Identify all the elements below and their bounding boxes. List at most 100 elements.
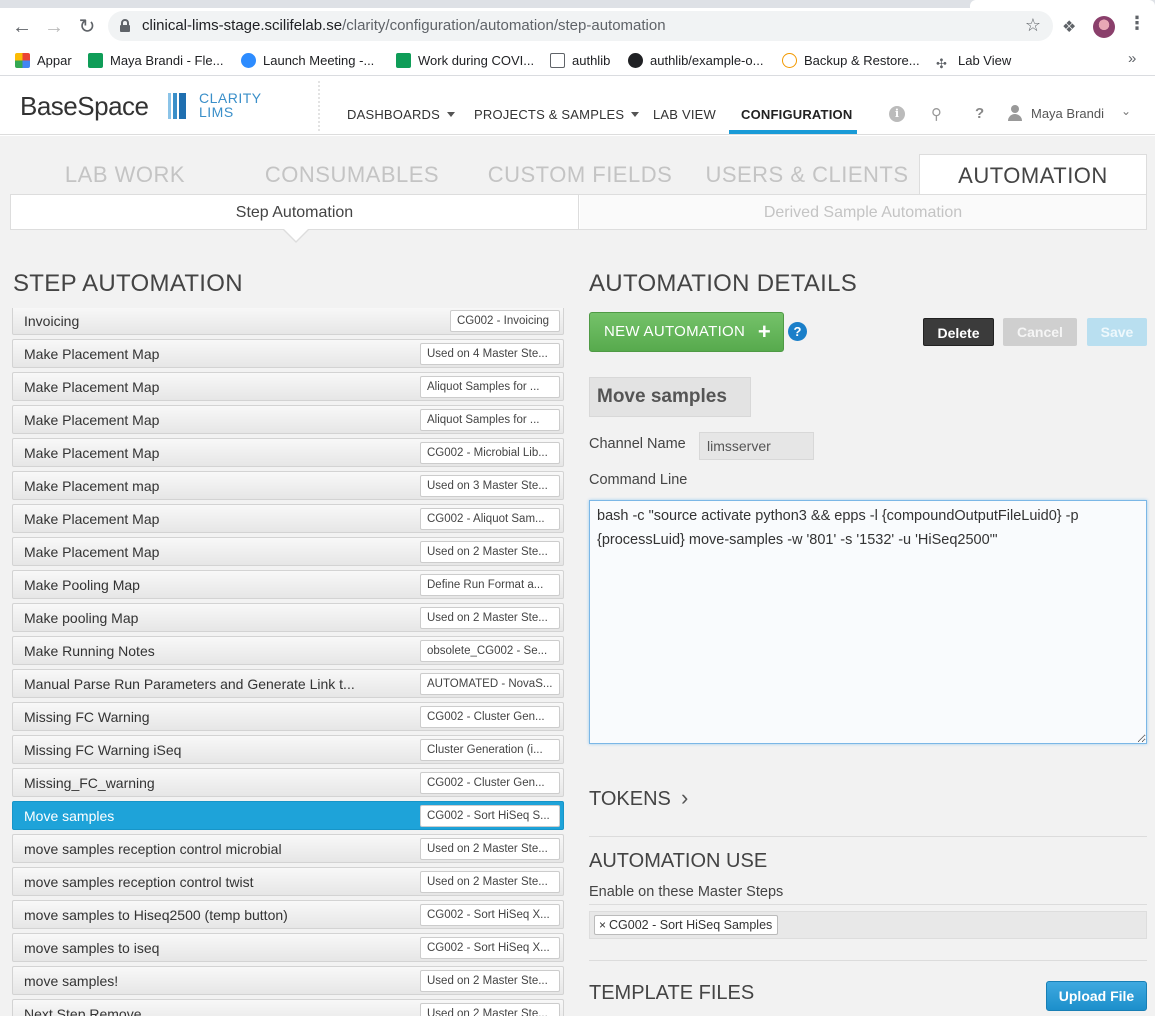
bookmarks-overflow-icon[interactable]: » [1128,50,1136,67]
nav-dashboards[interactable]: DASHBOARDS [347,107,456,122]
nav-projects-samples[interactable]: PROJECTS & SAMPLES [474,107,640,122]
tab-automation[interactable]: AUTOMATION [919,154,1147,194]
bookmark-item[interactable]: Maya Brandi - Fle... [88,50,223,72]
bookmark-item[interactable]: Work during COVI... [396,50,534,72]
master-step-tag: Used on 2 Master Ste... [420,607,560,629]
step-automation-row[interactable]: Make Pooling Map Define Run Format a... [12,570,564,599]
tab-custom-fields[interactable]: CUSTOM FIELDS [464,154,696,194]
basespace-logo: BaseSpace [20,91,149,121]
bookmark-item[interactable]: Launch Meeting -... [241,50,374,72]
chevron-down-icon[interactable]: ⌄ [1121,104,1131,118]
step-automation-row[interactable]: move samples to iseq CG002 - Sort HiSeq X… [12,933,564,962]
extensions-icon[interactable]: ❖ [1062,17,1076,37]
profile-avatar[interactable] [1093,16,1115,38]
step-automation-title: STEP AUTOMATION [13,270,243,297]
step-automation-row[interactable]: Next Step Remove Used on 2 Master Ste... [12,999,564,1016]
step-automation-row[interactable]: Make Running Notes obsolete_CG002 - Se... [12,636,564,665]
info-icon [782,53,797,68]
step-automation-row[interactable]: Missing FC Warning iSeq Cluster Generatio… [12,735,564,764]
step-automation-row[interactable]: Move samples CG002 - Sort HiSeq S... [12,801,564,830]
step-automation-name: Make Placement Map [24,511,160,527]
upload-file-button[interactable]: Upload File [1046,981,1147,1011]
master-step-tag: CG002 - Microbial Lib... [420,442,560,464]
step-automation-row[interactable]: Invoicing CG002 - Invoicing [12,308,564,335]
step-automation-row[interactable]: Missing FC Warning CG002 - Cluster Gen... [12,702,564,731]
command-line-input[interactable] [589,500,1147,744]
tokens-title[interactable]: TOKENS [589,788,671,811]
delete-button[interactable]: Delete [923,318,994,346]
nav-lab-view[interactable]: LAB VIEW [653,107,716,122]
step-automation-row[interactable]: move samples reception control microbial… [12,834,564,863]
step-automation-row[interactable]: Make Placement map Used on 3 Master Ste..… [12,471,564,500]
info-icon[interactable]: i [889,106,905,122]
bookmark-star-icon[interactable]: ☆ [1025,15,1041,36]
channel-name-field[interactable]: limsserver [699,432,814,460]
step-automation-row[interactable]: Make Placement Map CG002 - Microbial Lib.… [12,438,564,467]
divider [589,960,1147,961]
automation-subtabs: Step Automation Derived Sample Automatio… [10,194,1147,230]
search-icon[interactable]: ⚲ [931,105,942,123]
step-automation-row[interactable]: Make Placement Map CG002 - Aliquot Sam... [12,504,564,533]
url-path: /clarity/configuration/automation/step-a… [342,17,666,34]
chevron-right-icon[interactable]: › [681,785,688,811]
master-step-tag: CG002 - Cluster Gen... [420,706,560,728]
template-files-title: TEMPLATE FILES [589,982,755,1004]
automation-name-field[interactable]: Move samples [589,377,751,417]
bookmark-item[interactable]: authlib/example-o... [628,50,763,72]
bookmark-item[interactable]: ✣ Lab View [936,50,1011,72]
cancel-button[interactable]: Cancel [1003,318,1077,346]
step-automation-row[interactable]: move samples to Hiseq2500 (temp button) C… [12,900,564,929]
step-automation-name: Next Step Remove [24,1006,142,1016]
zoom-icon [241,53,256,68]
step-automation-name: Make Pooling Map [24,577,140,593]
subtab-step-automation[interactable]: Step Automation [11,195,579,229]
tab-lab-work[interactable]: LAB WORK [10,154,240,194]
step-automation-row[interactable]: move samples reception control twist Used… [12,867,564,896]
config-tabs: LAB WORK CONSUMABLES CUSTOM FIELDS USERS… [10,154,1147,194]
active-browser-tab[interactable] [970,0,1155,8]
step-automation-name: move samples! [24,973,119,989]
master-steps-selector[interactable]: × CG002 - Sort HiSeq Samples [589,911,1147,939]
save-button[interactable]: Save [1087,318,1147,346]
user-name[interactable]: Maya Brandi [1031,106,1104,121]
address-bar[interactable]: clinical-lims-stage.scilifelab.se/clarit… [108,11,1053,41]
url-host: clinical-lims-stage.scilifelab.se [142,17,343,34]
back-icon[interactable]: ← [10,16,34,38]
step-automation-row[interactable]: Make Placement Map Aliquot Samples for ..… [12,372,564,401]
automation-details-panel: NEW AUTOMATION + ? Delete Cancel Save Mov… [589,308,1147,1016]
subtab-derived-sample-automation[interactable]: Derived Sample Automation [580,195,1146,229]
step-automation-row[interactable]: Make Placement Map Used on 4 Master Ste..… [12,339,564,368]
step-automation-row[interactable]: Make pooling Map Used on 2 Master Ste... [12,603,564,632]
master-step-chip[interactable]: × CG002 - Sort HiSeq Samples [594,915,779,935]
step-automation-row[interactable]: Missing_FC_warning CG002 - Cluster Gen... [12,768,564,797]
tab-consumables[interactable]: CONSUMABLES [240,154,464,194]
apps-grid-icon [15,53,30,68]
step-automation-list[interactable]: Invoicing CG002 - Invoicing Make Placement… [12,308,566,1016]
master-step-tag: Aliquot Samples for ... [420,409,560,431]
master-step-tag: CG002 - Aliquot Sam... [420,508,560,530]
tab-users-clients[interactable]: USERS & CLIENTS [696,154,918,194]
reload-icon[interactable]: ↻ [75,16,99,38]
remove-icon[interactable]: × [599,918,606,932]
master-step-tag: Used on 2 Master Ste... [420,541,560,563]
master-step-tag: CG002 - Cluster Gen... [420,772,560,794]
bookmark-folder[interactable]: authlib [550,50,610,72]
nav-configuration[interactable]: CONFIGURATION [741,107,852,122]
step-automation-row[interactable]: Make Placement Map Aliquot Samples for ..… [12,405,564,434]
clarity-lims-logo: CLARITY LIMS [199,90,262,120]
bookmark-apps[interactable]: Appar [15,50,72,72]
help-icon[interactable]: ? [788,322,807,341]
new-automation-button[interactable]: NEW AUTOMATION + [589,312,784,352]
step-automation-row[interactable]: move samples! Used on 2 Master Ste... [12,966,564,995]
app-header: BaseSpace CLARITY LIMS DASHBOARDS PROJECT… [0,77,1155,135]
step-automation-row[interactable]: Make Placement Map Used on 2 Master Ste..… [12,537,564,566]
forward-icon[interactable]: → [42,16,66,38]
step-automation-name: Missing_FC_warning [24,775,155,791]
help-icon[interactable]: ? [975,105,984,122]
master-step-tag: Cluster Generation (i... [420,739,560,761]
browser-tab-strip [0,0,1155,8]
step-automation-name: Missing FC Warning [24,709,150,725]
bookmark-item[interactable]: Backup & Restore... [782,50,920,72]
browser-menu-icon[interactable]: ⋮ [1128,13,1146,34]
step-automation-row[interactable]: Manual Parse Run Parameters and Generate… [12,669,564,698]
